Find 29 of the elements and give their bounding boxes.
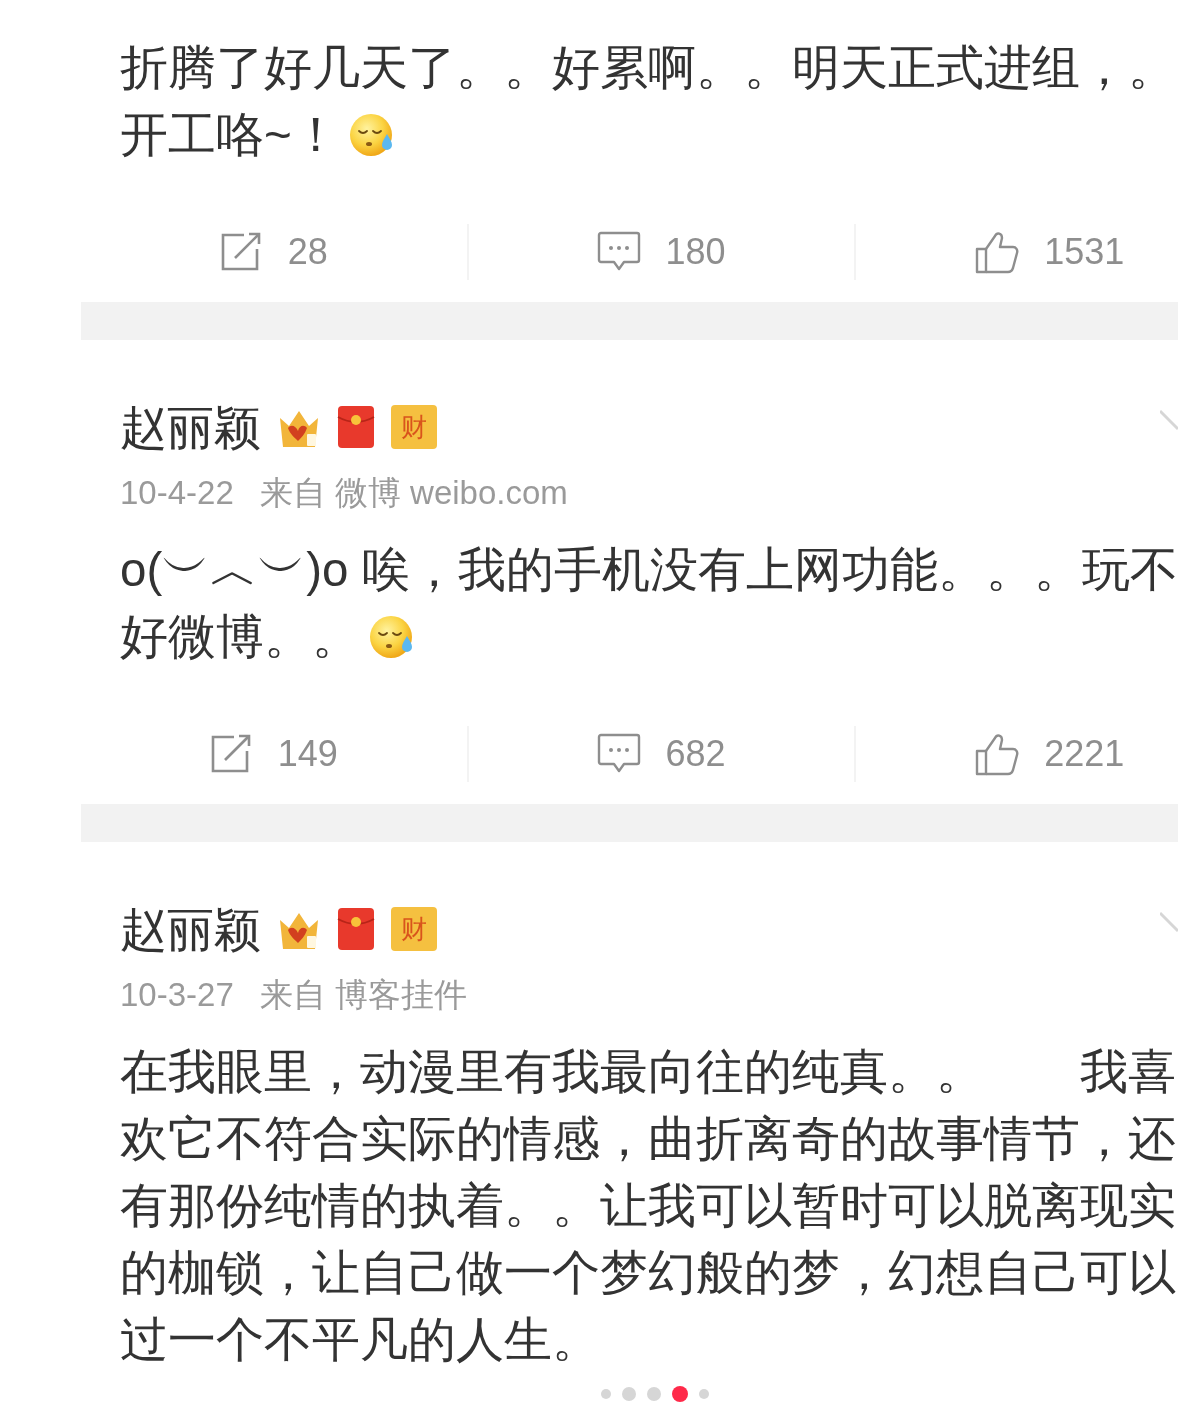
repost-button[interactable]: 28 [219, 232, 328, 272]
like-button[interactable]: 1531 [974, 229, 1125, 275]
envelope-icon [337, 405, 375, 449]
post-time: 10-4-22 [120, 475, 234, 509]
repost-button[interactable]: 149 [209, 734, 338, 774]
author-name[interactable]: 赵丽颖 [120, 905, 261, 953]
post-text-line: o(︶︿︶)o 唉，我的手机没有上网功能。。。玩不 [120, 542, 1178, 598]
post-text-line: 过一个不平凡的人生。 [120, 1312, 600, 1368]
envelope-icon [337, 907, 375, 951]
post-text-line: 有那份纯情的执着。。让我可以暂时可以脱离现实 [120, 1178, 1176, 1234]
post-text-line: 在我眼里，动漫里有我最向往的纯真。。 我喜 [120, 1044, 1176, 1100]
post-text-line: 的枷锁，让自己做一个梦幻般的梦，幻想自己可以 [120, 1245, 1176, 1301]
post-text-line: 欢它不符合实际的情感，曲折离奇的故事情节，还 [120, 1111, 1176, 1167]
comment-button[interactable]: 180 [597, 231, 726, 273]
post-text-line: 折腾了好几天了。。好累啊。。明天正式进组，。 [120, 40, 1176, 96]
post-text-line: 开工咯~！ [120, 107, 340, 163]
like-button[interactable]: 2221 [974, 731, 1125, 777]
thumbs-up-icon [974, 731, 1021, 777]
comment-button[interactable]: 682 [597, 733, 726, 775]
author-name[interactable]: 赵丽颖 [120, 403, 261, 451]
post-source: 来自 博客挂件 [259, 977, 467, 1011]
post-text-line: 好微博。。 [120, 609, 360, 665]
comment-icon [597, 231, 642, 273]
fortune-badge: 财 [391, 907, 437, 951]
post-source: 来自 微博 weibo.com [259, 475, 568, 509]
post-time: 10-3-27 [120, 977, 234, 1011]
thumbs-up-icon [974, 229, 1021, 275]
comment-icon [597, 733, 642, 775]
fortune-badge: 财 [391, 405, 437, 449]
